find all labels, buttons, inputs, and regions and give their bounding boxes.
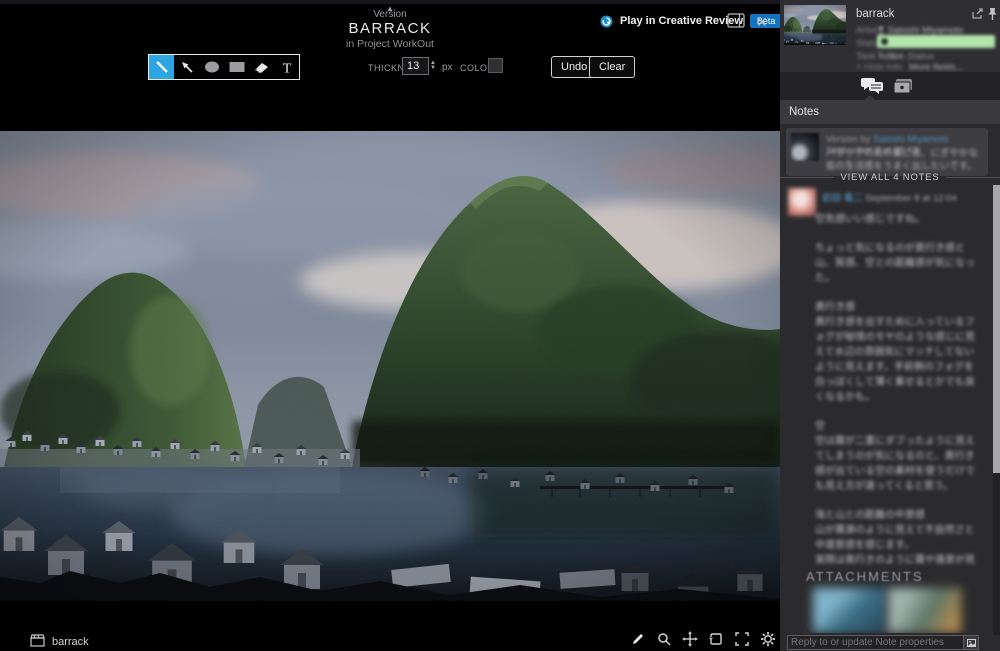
svg-text:T: T	[282, 61, 291, 75]
loop-icon[interactable]	[708, 631, 724, 647]
note-card-pinned[interactable]: Version by Satoshi Miyamoto September 3 …	[786, 128, 988, 176]
versions-tab-icon[interactable]	[892, 78, 914, 95]
clapperboard-icon	[30, 634, 45, 647]
person-icon	[877, 26, 885, 34]
pin-icon[interactable]	[987, 7, 998, 21]
divider	[946, 177, 1000, 178]
attach-image-icon	[967, 639, 976, 647]
eraser-tool-button[interactable]	[249, 55, 274, 79]
eraser-icon	[253, 60, 270, 75]
arrow-tool-button[interactable]	[174, 55, 199, 79]
project-label: in Project WorkOut	[290, 38, 490, 50]
reply-caret	[802, 628, 812, 633]
share-icon[interactable]	[971, 8, 984, 20]
details-panel: barrack Artist Satoshi Miyamoto Status T…	[780, 0, 1000, 651]
note-header: 岩田 竜二 September 8 at 12:04	[822, 190, 982, 204]
avatar	[788, 188, 816, 216]
app-window: ▲ Version BARRACK in Project WorkOut Pla…	[0, 0, 1000, 651]
panel-scrollbar[interactable]	[993, 185, 1000, 635]
avatar	[791, 133, 819, 161]
close-icon[interactable]: ✕	[756, 14, 768, 31]
ellipse-icon	[203, 60, 221, 74]
version-thumbnail[interactable]	[784, 5, 846, 45]
version-info-card: barrack Artist Satoshi Miyamoto Status T…	[780, 0, 1000, 72]
creative-review-logo-icon	[600, 15, 613, 28]
media-canvas[interactable]	[0, 131, 780, 601]
page-title: BARRACK	[290, 20, 490, 37]
viewer-toolbar	[630, 631, 776, 647]
clip-name-label: barrack	[52, 636, 89, 648]
panel-tab-bar	[780, 72, 1000, 100]
barrack-render-image	[0, 131, 780, 601]
view-all-notes-label[interactable]: VIEW ALL 4 NOTES	[840, 172, 939, 183]
attachment-thumbnail[interactable]	[813, 588, 886, 633]
notes-tab-icon[interactable]	[860, 77, 884, 95]
version-label: Version	[340, 9, 440, 20]
settings-gear-icon[interactable]	[760, 631, 776, 647]
version-title: barrack	[856, 8, 894, 20]
view-all-notes[interactable]: VIEW ALL 4 NOTES	[780, 170, 1000, 184]
ellipse-tool-button[interactable]	[199, 55, 224, 79]
annotate-pencil-icon[interactable]	[630, 631, 646, 647]
thickness-input[interactable]: 13	[402, 57, 429, 75]
rectangle-tool-button[interactable]	[224, 55, 249, 79]
thickness-stepper[interactable]: ▲▼	[430, 57, 438, 75]
note-body: 空気感いい感じですね。 ちょっと気になるのが奥行き感と山、質感、空との距離感が気…	[815, 212, 977, 564]
line-icon	[154, 59, 170, 75]
thickness-unit-label: px	[442, 62, 453, 73]
reply-input[interactable]	[787, 635, 979, 650]
reply-attach-button[interactable]	[963, 636, 978, 649]
notes-section-header: Notes	[780, 100, 1000, 124]
attachment-thumbnail[interactable]	[888, 588, 961, 633]
text-tool-button[interactable]: T	[274, 55, 299, 79]
attachments-header: ATTACHMENTS	[806, 569, 924, 584]
arrow-icon	[179, 59, 195, 75]
panel-toggle-icon[interactable]	[727, 13, 745, 28]
status-value-pill[interactable]	[877, 35, 995, 48]
artist-label: Artist	[856, 25, 878, 36]
text-icon: T	[280, 60, 294, 75]
pan-icon[interactable]	[682, 631, 698, 647]
note-author-link[interactable]: 岩田 竜二	[822, 193, 863, 204]
play-creative-review-label[interactable]: Play in Creative Review	[620, 15, 743, 27]
annotation-tools: T	[148, 54, 300, 80]
divider	[780, 177, 834, 178]
color-swatch[interactable]	[488, 58, 503, 73]
task-value[interactable]: Task + Status	[877, 51, 934, 62]
clear-button[interactable]: Clear	[589, 56, 635, 78]
reply-bar	[780, 633, 1000, 651]
rectangle-icon	[228, 60, 246, 74]
zoom-icon[interactable]	[656, 631, 672, 647]
fullscreen-icon[interactable]	[734, 631, 750, 647]
line-tool-button[interactable]	[149, 55, 174, 79]
scrollbar-thumb[interactable]	[993, 185, 1000, 473]
note-author-link[interactable]: Satoshi Miyamoto	[873, 134, 949, 145]
status-dot-icon	[881, 38, 888, 45]
